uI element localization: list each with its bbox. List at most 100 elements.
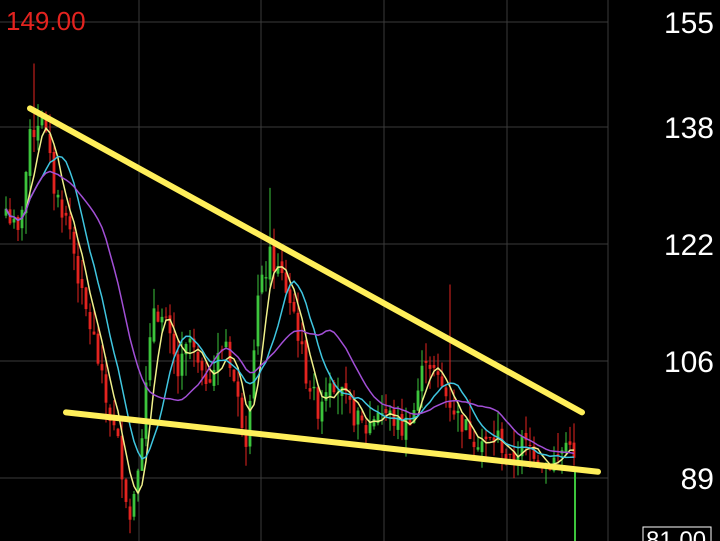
candle-body [296, 312, 300, 341]
candle-body [348, 396, 352, 400]
low-price-label: 81.00 [646, 527, 706, 541]
candle-body [140, 438, 144, 471]
candle-body [300, 341, 304, 345]
candle-body [476, 447, 480, 450]
candle-body [448, 401, 452, 408]
candle-body [568, 441, 572, 445]
candle-body [120, 435, 124, 480]
candle-body [288, 289, 292, 304]
candle-body [240, 397, 244, 429]
low-price-box: 81.00 [642, 526, 712, 541]
candle-body [384, 409, 388, 414]
candle-body [308, 388, 312, 392]
candle-body [180, 353, 184, 376]
candle-body [124, 479, 128, 502]
candle-body [84, 287, 88, 310]
candle-body [172, 333, 176, 355]
candle-body [368, 422, 372, 434]
candle-body [356, 410, 360, 425]
candle-body [324, 392, 328, 401]
candle-body [56, 194, 60, 198]
candle-body [484, 436, 488, 440]
candle-body [64, 212, 68, 216]
candle-body [436, 371, 440, 375]
y-tick-label: 155 [664, 7, 714, 40]
candle-body [36, 125, 40, 141]
candle-body [144, 382, 148, 439]
high-price-label: 149.00 [6, 6, 86, 36]
y-tick-label: 122 [664, 229, 714, 262]
candle-body [372, 419, 376, 427]
candle-body [564, 442, 568, 453]
candle-body [328, 383, 332, 398]
candle-body [472, 441, 476, 448]
y-tick-label: 138 [664, 112, 714, 145]
candle-body [432, 365, 436, 368]
y-tick-label: 89 [681, 463, 714, 496]
candle-body [208, 379, 212, 383]
candle-body [556, 454, 560, 456]
candle-body [424, 360, 428, 363]
candle-body [176, 354, 180, 377]
candle-body [76, 256, 80, 284]
candle-body [420, 365, 424, 392]
candle-body [148, 337, 152, 381]
candle-body [260, 274, 264, 293]
candle-body [252, 350, 256, 399]
candle-body [196, 352, 200, 363]
candle-body [32, 129, 36, 138]
candle-body [28, 129, 32, 176]
candle-body [452, 410, 456, 415]
candle-body [160, 316, 164, 323]
candle-body [264, 277, 268, 279]
candle-body [72, 231, 76, 254]
candle-body [256, 295, 260, 347]
candle-body [456, 410, 460, 414]
candle-body [400, 414, 404, 436]
candle-body [416, 390, 420, 411]
candle-body [364, 425, 368, 434]
candle-body [460, 414, 464, 432]
candle-body [188, 338, 192, 343]
candle-body [152, 308, 156, 342]
candle-body [12, 218, 16, 223]
candle-body [232, 369, 236, 382]
candle-body [508, 453, 512, 455]
candle-body [104, 374, 108, 403]
candle-body [80, 279, 84, 289]
candle-body [60, 199, 64, 218]
candle-body [312, 386, 316, 389]
candle-body [480, 441, 484, 453]
candle-body [360, 415, 364, 421]
candle-body [164, 316, 168, 318]
candle-body [168, 315, 172, 334]
candle-body [320, 401, 324, 422]
candle-body [200, 360, 204, 371]
candle-body [236, 381, 240, 397]
plot-background [0, 0, 720, 541]
candle-body [464, 419, 468, 431]
candle-body [284, 272, 288, 293]
candle-body [224, 341, 228, 348]
candlestick-chart: 155 138 122 106 89 149.00 81.00 [0, 0, 720, 541]
candle-body [444, 387, 448, 397]
candle-body [128, 506, 132, 520]
y-tick-label: 106 [664, 346, 714, 379]
candle-body [316, 387, 320, 419]
candle-body [132, 494, 136, 517]
candle-body [68, 216, 72, 230]
candle-body [304, 340, 308, 384]
candle-body [88, 312, 92, 330]
candle-body [156, 311, 160, 322]
candle-body [100, 364, 104, 371]
candle-body [428, 364, 432, 369]
candle-body [96, 333, 100, 364]
candle-body [352, 398, 356, 426]
candle-body [488, 437, 492, 439]
candle-body [440, 376, 444, 387]
candle-body [504, 454, 508, 459]
candle-body [116, 428, 120, 437]
candle-body [92, 331, 96, 335]
candle-body [528, 444, 532, 446]
candle-body [292, 301, 296, 312]
